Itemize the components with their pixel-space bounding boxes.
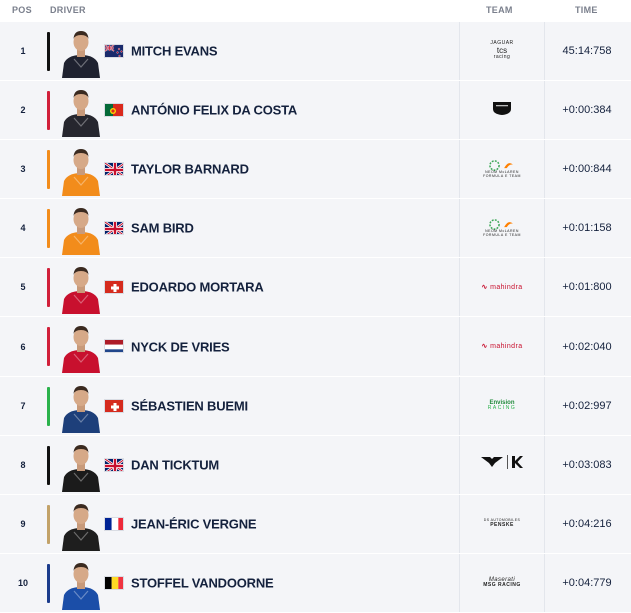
race-time: +0:01:158 — [562, 222, 612, 235]
position-number: 4 — [20, 223, 26, 234]
driver-name[interactable]: STOFFEL VANDOORNE — [131, 575, 274, 590]
team-color-bar — [47, 563, 50, 603]
driver-portrait — [60, 202, 102, 256]
team-logo-cell[interactable]: DS AUTOMOBILES PENSKE — [459, 494, 545, 553]
position-number: 2 — [20, 105, 26, 116]
header-pos: POS — [12, 5, 32, 15]
table-header: POS DRIVER TEAM TIME — [0, 0, 631, 22]
team-color-bar — [47, 504, 50, 544]
united-kingdom-flag-icon — [104, 221, 124, 236]
race-time: +0:00:384 — [562, 104, 612, 117]
race-results-table: POS DRIVER TEAM TIME 1 MITCH EVANS JAGUAR t… — [0, 0, 631, 613]
driver-portrait — [60, 143, 102, 197]
result-rows: 1 MITCH EVANS JAGUAR tcs racing 45:14:758 2 ANT… — [0, 22, 631, 613]
race-time: +0:00:844 — [562, 163, 612, 176]
driver-name[interactable]: ANTÓNIO FELIX DA COSTA — [131, 103, 297, 118]
switzerland-flag-icon — [104, 398, 124, 413]
driver-portrait — [60, 261, 102, 315]
neom-mclaren-logo: NEOM McLAREN FORMULA E TEAM — [483, 219, 521, 238]
race-time: +0:04:216 — [562, 517, 612, 530]
result-row[interactable]: 5 EDOARDO MORTARA ∿ mahindra +0:01:800 — [0, 258, 631, 318]
cupra-kiro-logo — [479, 453, 525, 476]
team-color-bar — [47, 209, 50, 249]
neom-mclaren-logo: NEOM McLAREN FORMULA E TEAM — [483, 160, 521, 179]
team-logo-cell[interactable] — [459, 81, 545, 140]
maserati-msg-logo: Maserati MSG RACING — [483, 576, 521, 589]
driver-name[interactable]: JEAN-ÉRIC VERGNE — [131, 516, 257, 531]
result-row[interactable]: 1 MITCH EVANS JAGUAR tcs racing 45:14:758 — [0, 22, 631, 82]
driver-name[interactable]: SAM BIRD — [131, 221, 194, 236]
driver-name[interactable]: NYCK DE VRIES — [131, 339, 230, 354]
race-time: +0:02:040 — [562, 340, 612, 353]
team-logo-cell[interactable]: Envision RACING — [459, 376, 545, 435]
porsche-logo — [492, 100, 512, 121]
race-time: +0:03:083 — [562, 458, 612, 471]
team-color-bar — [47, 268, 50, 308]
team-color-bar — [47, 445, 50, 485]
team-color-bar — [47, 32, 50, 71]
result-row[interactable]: 2 ANTÓNIO FELIX DA COSTA +0:00:384 — [0, 81, 631, 141]
race-time: +0:04:779 — [562, 576, 612, 589]
position-number: 3 — [20, 164, 26, 175]
france-flag-icon — [104, 516, 124, 531]
united-kingdom-flag-icon — [104, 457, 124, 472]
team-logo-cell[interactable] — [459, 435, 545, 494]
driver-name[interactable]: MITCH EVANS — [131, 44, 218, 59]
envision-racing-logo: Envision RACING — [487, 399, 517, 412]
driver-portrait — [60, 25, 102, 78]
position-number: 1 — [20, 46, 26, 57]
team-color-bar — [47, 327, 50, 367]
team-logo-cell[interactable]: ∿ mahindra — [459, 317, 545, 376]
driver-portrait — [60, 498, 102, 551]
belgium-flag-icon — [104, 575, 124, 590]
result-row[interactable]: 6 NYCK DE VRIES ∿ mahindra +0:02:040 — [0, 317, 631, 377]
result-row[interactable]: 10 STOFFEL VANDOORNE Maserati MSG RACING +0:… — [0, 553, 631, 613]
team-logo-cell[interactable]: ∿ mahindra — [459, 258, 545, 317]
position-number: 5 — [20, 282, 26, 293]
united-kingdom-flag-icon — [104, 162, 124, 177]
result-row[interactable]: 8 DAN TICKTUM +0:03:083 — [0, 435, 631, 495]
driver-name[interactable]: EDOARDO MORTARA — [131, 280, 264, 295]
jaguar-tcs-logo: JAGUAR tcs racing — [490, 40, 514, 61]
driver-portrait — [60, 320, 102, 374]
driver-name[interactable]: TAYLOR BARNARD — [131, 162, 249, 177]
position-number: 9 — [20, 518, 26, 529]
result-row[interactable]: 3 TAYLOR BARNARD NEOM McLAREN FORMULA E TEA… — [0, 140, 631, 200]
netherlands-flag-icon — [104, 339, 124, 354]
race-time: +0:01:800 — [562, 281, 612, 294]
team-color-bar — [47, 91, 50, 131]
mahindra-logo: ∿ mahindra — [481, 342, 523, 350]
driver-portrait — [60, 84, 102, 138]
header-driver: DRIVER — [50, 5, 86, 15]
portugal-flag-icon — [104, 103, 124, 118]
race-time: +0:02:997 — [562, 399, 612, 412]
driver-portrait — [60, 380, 102, 433]
team-color-bar — [47, 386, 50, 426]
result-row[interactable]: 7 SÉBASTIEN BUEMI Envision RACING +0:02:997 — [0, 376, 631, 436]
position-number: 10 — [17, 577, 28, 588]
position-number: 6 — [20, 341, 26, 352]
driver-name[interactable]: DAN TICKTUM — [131, 457, 219, 472]
result-row[interactable]: 4 SAM BIRD NEOM McLAREN FORMULA E TEAM +0:01… — [0, 199, 631, 259]
header-team: TEAM — [486, 5, 513, 15]
position-number: 8 — [20, 459, 26, 470]
switzerland-flag-icon — [104, 280, 124, 295]
team-color-bar — [47, 150, 50, 190]
position-number: 7 — [20, 400, 26, 411]
team-logo-cell[interactable]: JAGUAR tcs racing — [459, 22, 545, 80]
header-time: TIME — [575, 5, 598, 15]
driver-portrait — [60, 557, 102, 610]
driver-portrait — [60, 439, 102, 492]
ds-penske-logo: DS AUTOMOBILES PENSKE — [483, 518, 521, 528]
team-logo-cell[interactable]: NEOM McLAREN FORMULA E TEAM — [459, 199, 545, 258]
mahindra-logo: ∿ mahindra — [481, 283, 523, 291]
result-row[interactable]: 9 JEAN-ÉRIC VERGNE DS AUTOMOBILES PENSKE +0:… — [0, 494, 631, 554]
driver-name[interactable]: SÉBASTIEN BUEMI — [131, 398, 248, 413]
race-time: 45:14:758 — [562, 45, 612, 58]
team-logo-cell[interactable]: Maserati MSG RACING — [459, 553, 545, 612]
new-zealand-flag-icon — [104, 44, 124, 58]
team-logo-cell[interactable]: NEOM McLAREN FORMULA E TEAM — [459, 140, 545, 199]
